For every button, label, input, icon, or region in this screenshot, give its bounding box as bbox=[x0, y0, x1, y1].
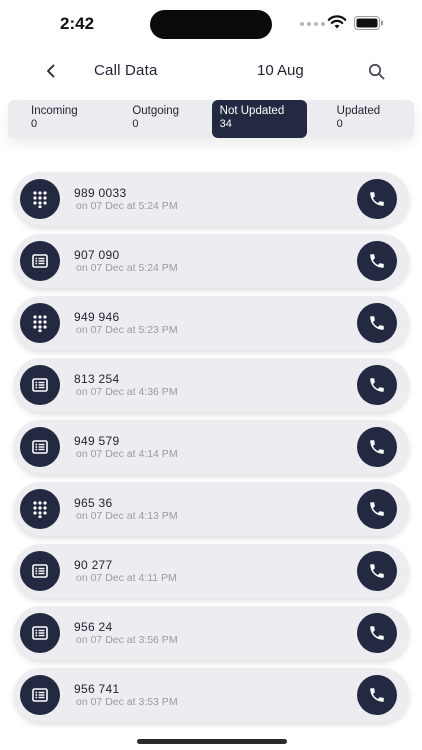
phone-number: 956 24 bbox=[74, 620, 113, 634]
call-time: on 07 Dec at 3:56 PM bbox=[76, 634, 178, 646]
list-icon bbox=[20, 675, 60, 715]
call-button[interactable] bbox=[357, 365, 397, 405]
tab-incoming[interactable]: Incoming 0 bbox=[8, 100, 108, 138]
list-icon bbox=[20, 427, 60, 467]
call-time: on 07 Dec at 5:24 PM bbox=[76, 262, 178, 274]
page-title: Call Data bbox=[94, 62, 158, 79]
call-time: on 07 Dec at 4:11 PM bbox=[76, 572, 177, 584]
list-item[interactable]: 956 741 on 07 Dec at 3:53 PM bbox=[14, 668, 409, 722]
phone-number: 965 36 bbox=[74, 496, 113, 510]
call-button[interactable] bbox=[357, 613, 397, 653]
battery-icon bbox=[354, 16, 383, 30]
call-time: on 07 Dec at 4:14 PM bbox=[76, 448, 178, 460]
tab-count: 0 bbox=[336, 118, 343, 130]
list-item[interactable]: 949 946 on 07 Dec at 5:23 PM bbox=[14, 296, 409, 350]
list-icon bbox=[20, 365, 60, 405]
tab-outgoing[interactable]: Outgoing 0 bbox=[108, 100, 209, 138]
tab-label: Incoming bbox=[31, 105, 78, 117]
list-item[interactable]: 813 254 on 07 Dec at 4:36 PM bbox=[14, 358, 409, 412]
list-icon bbox=[20, 613, 60, 653]
phone-icon bbox=[370, 688, 384, 702]
search-button[interactable] bbox=[364, 59, 388, 83]
header: Call Data 10 Aug bbox=[0, 56, 422, 86]
list-item[interactable]: 907 090 on 07 Dec at 5:24 PM bbox=[14, 234, 409, 288]
phone-icon bbox=[370, 502, 384, 516]
tab-label: Updated bbox=[336, 105, 381, 117]
list-item[interactable]: 989 0033 on 07 Dec at 5:24 PM bbox=[14, 172, 409, 226]
list-icon bbox=[20, 241, 60, 281]
call-time: on 07 Dec at 5:23 PM bbox=[76, 324, 178, 336]
phone-number: 989 0033 bbox=[74, 186, 127, 200]
chevron-left-icon bbox=[47, 64, 55, 78]
tab-count: 34 bbox=[219, 118, 232, 130]
call-button[interactable] bbox=[357, 241, 397, 281]
phone-number: 956 741 bbox=[74, 682, 120, 696]
tab-count: 0 bbox=[132, 118, 139, 130]
tab-count: 0 bbox=[31, 118, 38, 130]
dialpad-icon bbox=[20, 303, 60, 343]
list-item[interactable]: 965 36 on 07 Dec at 4:13 PM bbox=[14, 482, 409, 536]
tab-label: Outgoing bbox=[132, 105, 180, 117]
phone-icon bbox=[370, 254, 384, 268]
dialpad-icon bbox=[20, 489, 60, 529]
dynamic-island bbox=[150, 10, 272, 39]
call-button[interactable] bbox=[357, 551, 397, 591]
back-button[interactable] bbox=[40, 58, 62, 84]
status-time: 2:42 bbox=[60, 14, 95, 33]
phone-icon bbox=[370, 440, 384, 454]
list-icon bbox=[20, 551, 60, 591]
list-item[interactable]: 90 277 on 07 Dec at 4:11 PM bbox=[14, 544, 409, 598]
list-item[interactable]: 949 579 on 07 Dec at 4:14 PM bbox=[14, 420, 409, 474]
call-button[interactable] bbox=[357, 675, 397, 715]
phone-number: 813 254 bbox=[74, 372, 120, 386]
phone-icon bbox=[370, 316, 384, 330]
phone-icon bbox=[370, 192, 384, 206]
call-time: on 07 Dec at 4:13 PM bbox=[76, 510, 178, 522]
status-bar: 2:42 bbox=[0, 0, 422, 48]
call-button[interactable] bbox=[357, 427, 397, 467]
phone-number: 90 277 bbox=[74, 558, 113, 572]
filter-tabs: Incoming 0 Outgoing 0 Not Updated 34 Upd… bbox=[8, 100, 414, 138]
dialpad-icon bbox=[20, 179, 60, 219]
wifi-icon bbox=[327, 15, 347, 29]
phone-number: 949 946 bbox=[74, 310, 120, 324]
call-time: on 07 Dec at 5:24 PM bbox=[76, 200, 178, 212]
phone-icon bbox=[370, 626, 384, 640]
phone-icon bbox=[370, 378, 384, 392]
home-indicator bbox=[137, 739, 287, 744]
call-button[interactable] bbox=[357, 489, 397, 529]
call-button[interactable] bbox=[357, 179, 397, 219]
search-icon bbox=[368, 63, 384, 79]
list-item[interactable]: 956 24 on 07 Dec at 3:56 PM bbox=[14, 606, 409, 660]
call-button[interactable] bbox=[357, 303, 397, 343]
tab-updated[interactable]: Updated 0 bbox=[311, 100, 414, 138]
call-time: on 07 Dec at 3:53 PM bbox=[76, 696, 178, 708]
phone-icon bbox=[370, 564, 384, 578]
tab-label: Not Updated bbox=[219, 105, 285, 117]
call-time: on 07 Dec at 4:36 PM bbox=[76, 386, 178, 398]
signal-icon bbox=[300, 22, 325, 26]
date-label[interactable]: 10 Aug bbox=[257, 62, 304, 79]
tab-not-updated[interactable]: Not Updated 34 bbox=[211, 100, 307, 138]
phone-number: 907 090 bbox=[74, 248, 120, 262]
phone-number: 949 579 bbox=[74, 434, 120, 448]
